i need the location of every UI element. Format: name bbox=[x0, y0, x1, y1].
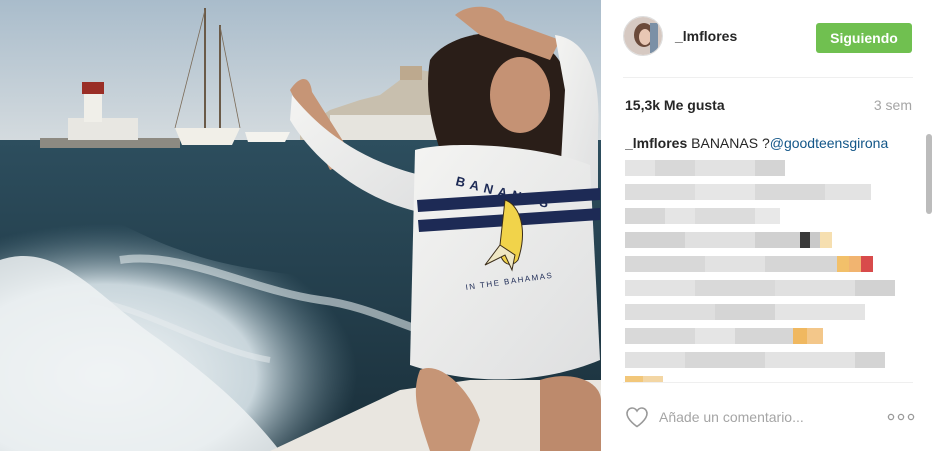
redacted-comment-line bbox=[625, 208, 905, 224]
redacted-comment-line bbox=[625, 280, 905, 296]
comment-input[interactable] bbox=[659, 407, 859, 427]
post-header: _lmflores Siguiendo bbox=[623, 0, 913, 78]
comments-list[interactable]: _lmflores BANANAS ?@goodteensgirona bbox=[625, 134, 905, 382]
likes-row: 15,3k Me gusta 3 sem bbox=[625, 97, 912, 117]
caption: _lmflores BANANAS ?@goodteensgirona bbox=[625, 134, 905, 152]
heart-outline-icon[interactable] bbox=[625, 406, 649, 428]
more-options-icon[interactable] bbox=[887, 413, 915, 421]
likes-count[interactable]: 15,3k Me gusta bbox=[625, 97, 725, 113]
avatar[interactable] bbox=[623, 16, 663, 56]
redacted-comment-line bbox=[625, 184, 905, 200]
scrollbar-thumb[interactable] bbox=[926, 134, 932, 214]
comments-scrollbar[interactable] bbox=[926, 134, 932, 382]
redacted-comment-line bbox=[625, 232, 905, 248]
caption-text: BANANAS ? bbox=[687, 135, 770, 151]
redacted-comment-line bbox=[625, 352, 905, 368]
post-photo[interactable]: BANANAS IN THE BAHAMAS bbox=[0, 0, 601, 451]
post-time[interactable]: 3 sem bbox=[874, 97, 912, 113]
caption-username[interactable]: _lmflores bbox=[625, 135, 687, 151]
redacted-comment-line bbox=[625, 328, 905, 344]
caption-mention[interactable]: @goodteensgirona bbox=[770, 135, 889, 151]
following-button[interactable]: Siguiendo bbox=[816, 23, 912, 53]
redacted-comment-line bbox=[625, 160, 905, 176]
redacted-comment-line bbox=[625, 304, 905, 320]
post-footer bbox=[623, 382, 915, 451]
username-link[interactable]: _lmflores bbox=[675, 28, 737, 44]
redacted-comment-line bbox=[625, 256, 905, 272]
